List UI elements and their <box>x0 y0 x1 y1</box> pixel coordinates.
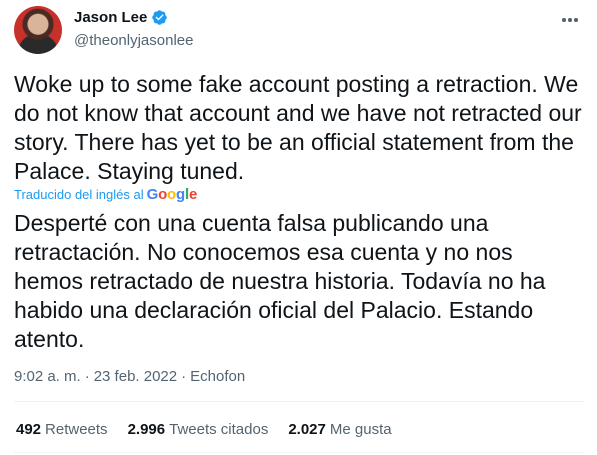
retweets-count: 492 <box>16 421 42 438</box>
likes-label: Me gusta <box>329 421 392 438</box>
translated-label: Traducido del inglés al <box>14 187 144 202</box>
tweet-card: Jason Lee @theonlyjasonlee Woke up to so… <box>0 0 597 455</box>
likes-stat[interactable]: 2.027 Me gusta <box>288 421 391 438</box>
author-name-row: Jason Lee <box>74 9 168 26</box>
meta-separator: · <box>181 368 187 385</box>
retweets-label: Retweets <box>45 421 108 438</box>
quotes-label: Tweets citados <box>169 421 269 438</box>
tweet-time[interactable]: 9:02 a. m. <box>14 368 81 385</box>
tweet-text: Woke up to some fake account posting a r… <box>14 71 582 184</box>
author-handle[interactable]: @theonlyjasonlee <box>74 32 193 49</box>
quote-tweets-stat[interactable]: 2.996 Tweets citados <box>128 421 269 438</box>
tweet-meta: 9:02 a. m. · 23 feb. 2022 · Echofon <box>14 368 245 385</box>
meta-separator: · <box>84 368 90 385</box>
translated-by-link[interactable]: Traducido del inglés al Google <box>14 186 197 203</box>
author-name[interactable]: Jason Lee <box>74 9 147 26</box>
quotes-count: 2.996 <box>127 421 166 438</box>
tweet-stats: 492 Retweets 2.996 Tweets citados 2.027 … <box>16 421 392 438</box>
tweet-date[interactable]: 23 feb. 2022 <box>94 368 177 385</box>
google-logo: Google <box>146 186 198 203</box>
avatar[interactable] <box>14 6 62 54</box>
tweet-source[interactable]: Echofon <box>190 368 245 385</box>
verified-badge-icon <box>151 9 168 26</box>
divider <box>14 401 584 402</box>
more-options-icon[interactable] <box>560 10 580 30</box>
divider <box>14 452 584 453</box>
retweets-stat[interactable]: 492 Retweets <box>16 421 108 438</box>
tweet-translation: Desperté con una cuenta falsa publicando… <box>14 210 546 352</box>
likes-count: 2.027 <box>288 421 326 438</box>
